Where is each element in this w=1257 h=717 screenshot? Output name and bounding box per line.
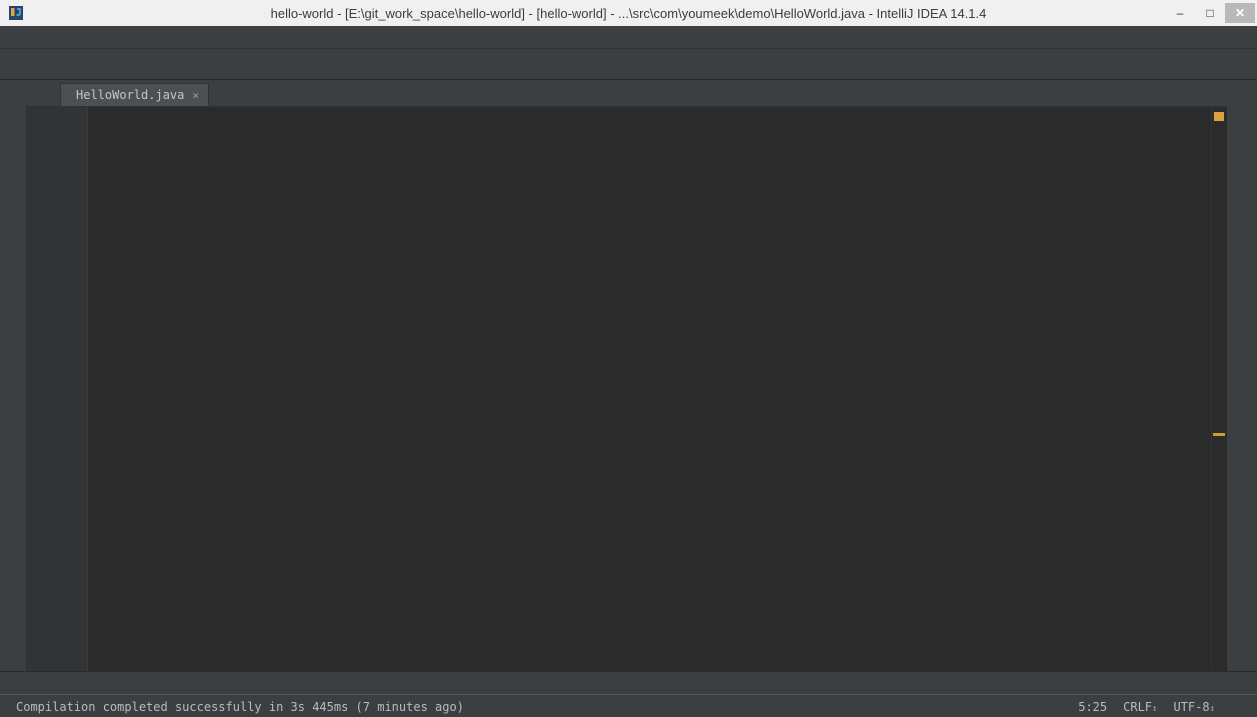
minimize-button[interactable]: – <box>1165 3 1195 23</box>
caret-position[interactable]: 5:25 <box>1078 700 1107 714</box>
spinner-arrows-icon: ↕ <box>1152 704 1157 714</box>
editor-tab-bar: HelloWorld.java × <box>26 80 1227 107</box>
status-bar: Compilation completed successfully in 3s… <box>0 694 1257 717</box>
encoding-selector[interactable]: UTF-8↕ <box>1173 700 1215 714</box>
tab-label: HelloWorld.java <box>76 88 184 102</box>
code-area[interactable] <box>88 107 1211 671</box>
right-tool-stripe <box>1227 80 1257 671</box>
code-editor[interactable] <box>26 107 1227 671</box>
main-toolbar <box>0 49 1257 80</box>
title-bar: hello-world - [E:\git_work_space\hello-w… <box>0 0 1257 26</box>
line-separator-selector[interactable]: CRLF↕ <box>1123 700 1157 714</box>
identifier-marker[interactable] <box>1213 433 1225 436</box>
close-button[interactable]: ✕ <box>1225 3 1255 23</box>
spinner-arrows-icon: ↕ <box>1210 704 1215 714</box>
tab-close-icon[interactable]: × <box>192 89 199 102</box>
intellij-logo-icon <box>8 5 24 21</box>
left-tool-stripe <box>0 80 26 671</box>
tab-helloworld-java[interactable]: HelloWorld.java × <box>60 83 209 106</box>
ide-window: hello-world - [E:\git_work_space\hello-w… <box>0 0 1257 717</box>
warning-marker[interactable] <box>1214 112 1224 121</box>
status-message: Compilation completed successfully in 3s… <box>16 700 464 714</box>
tool-window-bar <box>0 671 1257 694</box>
error-stripe[interactable] <box>1211 107 1227 671</box>
editor-gutter <box>26 107 88 671</box>
menu-bar <box>0 26 1257 49</box>
maximize-button[interactable]: □ <box>1195 3 1225 23</box>
window-title: hello-world - [E:\git_work_space\hello-w… <box>0 6 1257 21</box>
